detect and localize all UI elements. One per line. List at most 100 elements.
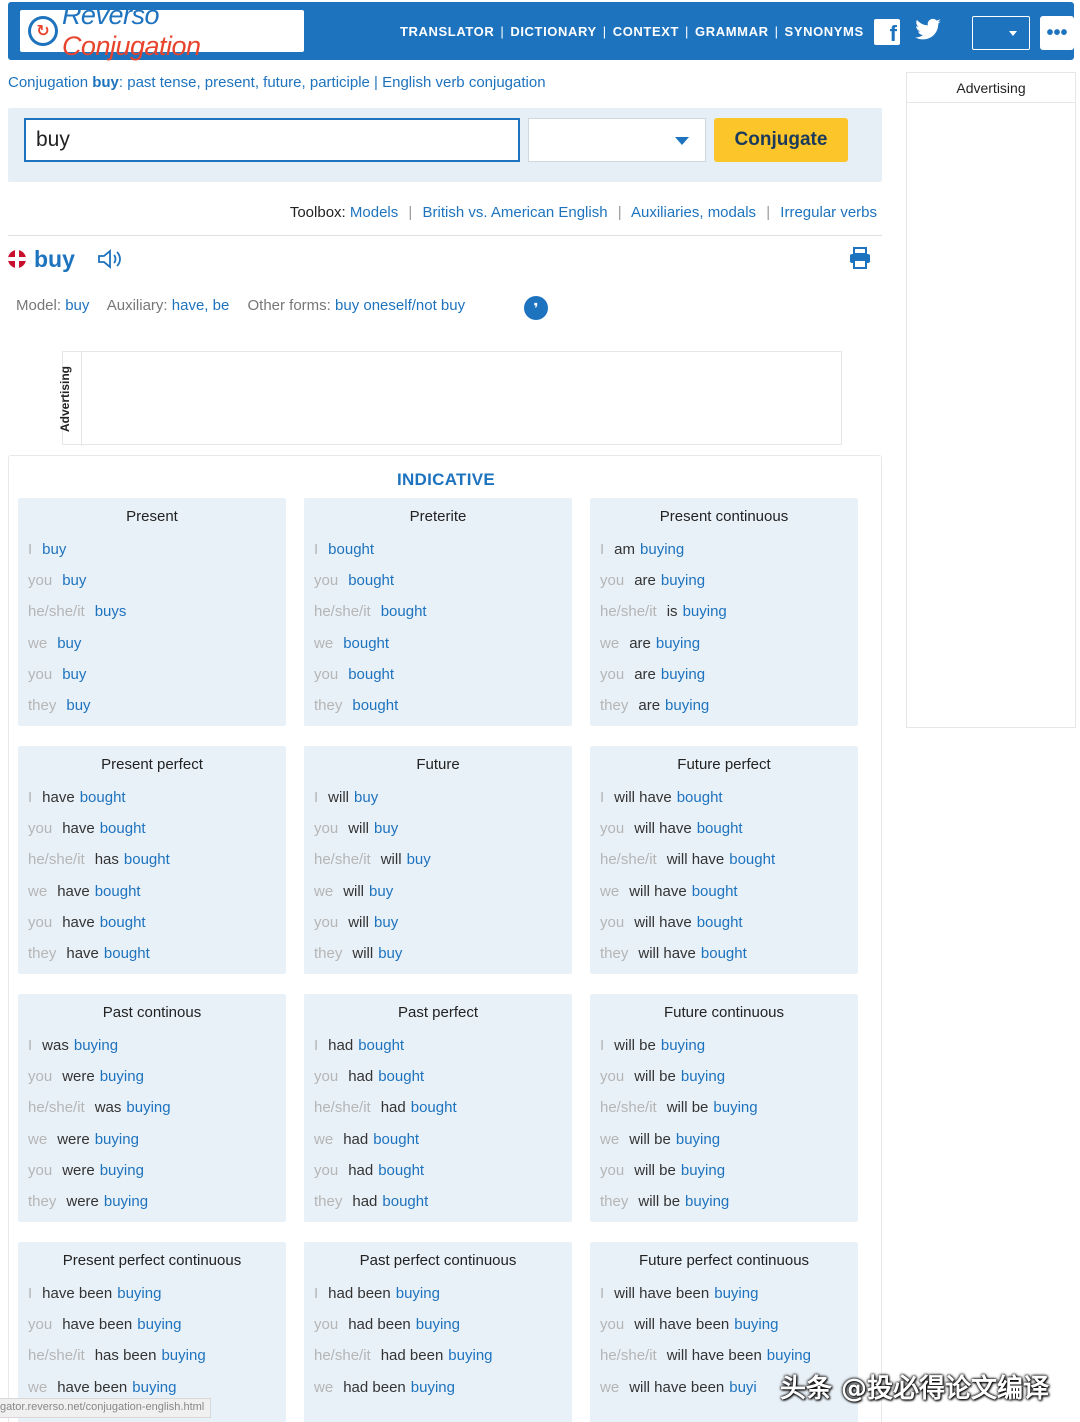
verb-form[interactable]: bought — [697, 914, 743, 931]
verb-form[interactable]: buy — [42, 541, 66, 558]
verb-form[interactable]: bought — [411, 1099, 457, 1116]
toolbox-link-british-american[interactable]: British vs. American English — [423, 204, 608, 221]
verb-form[interactable]: bought — [677, 789, 723, 806]
verb-form[interactable]: buying — [714, 1285, 758, 1302]
twitter-icon[interactable] — [912, 16, 946, 46]
tense-card: Future perfect Iwill have bought you will ha… — [590, 746, 858, 974]
toolbox-link-models[interactable]: Models — [350, 204, 398, 221]
verb-form[interactable]: buying — [713, 1099, 757, 1116]
verb-form[interactable]: buying — [665, 697, 709, 714]
verb-form[interactable]: buying — [104, 1193, 148, 1210]
verb-form[interactable]: buying — [448, 1347, 492, 1364]
verb-form[interactable]: bought — [692, 883, 738, 900]
verb-search-input[interactable] — [24, 118, 520, 162]
verb-form[interactable]: buy — [62, 666, 86, 683]
verb-form[interactable]: buys — [95, 603, 127, 620]
verb-form[interactable]: buying — [661, 666, 705, 683]
pronoun: he/she/it — [28, 1099, 85, 1117]
verb-form[interactable]: buying — [416, 1316, 460, 1333]
verb-form[interactable]: buyi — [729, 1379, 757, 1396]
conjugation-row: he/she/it bought — [304, 596, 572, 627]
print-icon[interactable] — [848, 246, 872, 270]
verb-form[interactable]: buying — [100, 1068, 144, 1085]
verb-form[interactable]: bought — [701, 945, 747, 962]
verb-form[interactable]: buying — [681, 1068, 725, 1085]
verb-form[interactable]: buy — [378, 945, 402, 962]
conjugation-row: you have bought — [18, 813, 286, 844]
auxiliary: am — [614, 541, 636, 559]
nav-context[interactable]: CONTEXT — [613, 24, 679, 39]
speaker-icon[interactable] — [97, 248, 127, 270]
auxiliary-link[interactable]: have, be — [172, 297, 230, 314]
verb-form[interactable]: buying — [734, 1316, 778, 1333]
verb-form[interactable]: bought — [373, 1131, 419, 1148]
chevron-down-icon — [675, 137, 689, 145]
verb-form[interactable]: buying — [661, 1037, 705, 1054]
verb-form[interactable]: buying — [396, 1285, 440, 1302]
verb-form[interactable]: buy — [62, 572, 86, 589]
verb-form[interactable]: buying — [117, 1285, 161, 1302]
model-link[interactable]: buy — [65, 297, 89, 314]
verb-form[interactable]: buying — [126, 1099, 170, 1116]
verb-form[interactable]: bought — [95, 883, 141, 900]
verb-form[interactable]: buy — [374, 820, 398, 837]
verb-form[interactable]: buy — [374, 914, 398, 931]
toolbox-link-auxiliaries[interactable]: Auxiliaries, modals — [631, 204, 756, 221]
verb-form[interactable]: buying — [411, 1379, 455, 1396]
verb-form[interactable]: buying — [640, 541, 684, 558]
verb-form[interactable]: buying — [95, 1131, 139, 1148]
other-forms-link[interactable]: buy oneself/not buy — [335, 297, 465, 314]
nav-translator[interactable]: TRANSLATOR — [400, 24, 494, 39]
verb-form[interactable]: buying — [132, 1379, 176, 1396]
pronoun: they — [314, 945, 343, 963]
facebook-icon[interactable]: f — [874, 19, 900, 45]
verb-form[interactable]: buy — [57, 635, 81, 652]
verb-form[interactable]: bought — [124, 851, 170, 868]
verb-form[interactable]: bought — [100, 820, 146, 837]
verb-form[interactable]: buying — [685, 1193, 729, 1210]
toolbox-link-irregular-verbs[interactable]: Irregular verbs — [780, 204, 877, 221]
verb-form[interactable]: bought — [729, 851, 775, 868]
verb-form[interactable]: buying — [681, 1162, 725, 1179]
verb-form[interactable]: bought — [378, 1162, 424, 1179]
more-menu-icon[interactable]: ••• — [1040, 16, 1074, 50]
verb-form[interactable]: buy — [354, 789, 378, 806]
language-select[interactable] — [528, 118, 706, 162]
verb-form[interactable]: bought — [358, 1037, 404, 1054]
verb-form[interactable]: bought — [378, 1068, 424, 1085]
verb-form[interactable]: bought — [382, 1193, 428, 1210]
verb-form[interactable]: buying — [137, 1316, 181, 1333]
verb-form[interactable]: bought — [80, 789, 126, 806]
nav-dictionary[interactable]: DICTIONARY — [510, 24, 596, 39]
reverso-logo[interactable]: ↻ Reverso Conjugation — [20, 0, 304, 61]
verb-form[interactable]: bought — [104, 945, 150, 962]
tense-title: Present continuous — [659, 507, 789, 525]
verb-form[interactable]: buy — [66, 697, 90, 714]
verb-form[interactable]: bought — [352, 697, 398, 714]
verb-form[interactable]: buying — [656, 635, 700, 652]
verb-form[interactable]: buying — [767, 1347, 811, 1364]
verb-form[interactable]: buy — [407, 851, 431, 868]
verb-form[interactable]: buying — [161, 1347, 205, 1364]
verb-form[interactable]: buying — [100, 1162, 144, 1179]
verb-form[interactable]: buying — [661, 572, 705, 589]
verb-form[interactable]: buying — [683, 603, 727, 620]
verb-form[interactable]: bought — [697, 820, 743, 837]
verb-form[interactable]: buying — [74, 1037, 118, 1054]
verb-form[interactable]: buying — [676, 1131, 720, 1148]
nav-synonyms[interactable]: SYNONYMS — [785, 24, 864, 39]
info-icon[interactable]: ❜ — [524, 296, 548, 320]
conjugation-row: you have bought — [18, 907, 286, 938]
nav-grammar[interactable]: GRAMMAR — [695, 24, 769, 39]
verb-form[interactable]: buy — [369, 883, 393, 900]
verb-form[interactable]: bought — [343, 635, 389, 652]
conjugate-button[interactable]: Conjugate — [714, 118, 848, 162]
verb-form[interactable]: bought — [381, 603, 427, 620]
verb-form[interactable]: bought — [348, 572, 394, 589]
interface-language-dropdown[interactable] — [972, 16, 1030, 50]
verb-form[interactable]: bought — [100, 914, 146, 931]
conjugation-row: he/she/it had bought — [304, 1092, 572, 1123]
verb-form[interactable]: bought — [348, 666, 394, 683]
auxiliary: had — [328, 1037, 354, 1055]
verb-form[interactable]: bought — [328, 541, 374, 558]
